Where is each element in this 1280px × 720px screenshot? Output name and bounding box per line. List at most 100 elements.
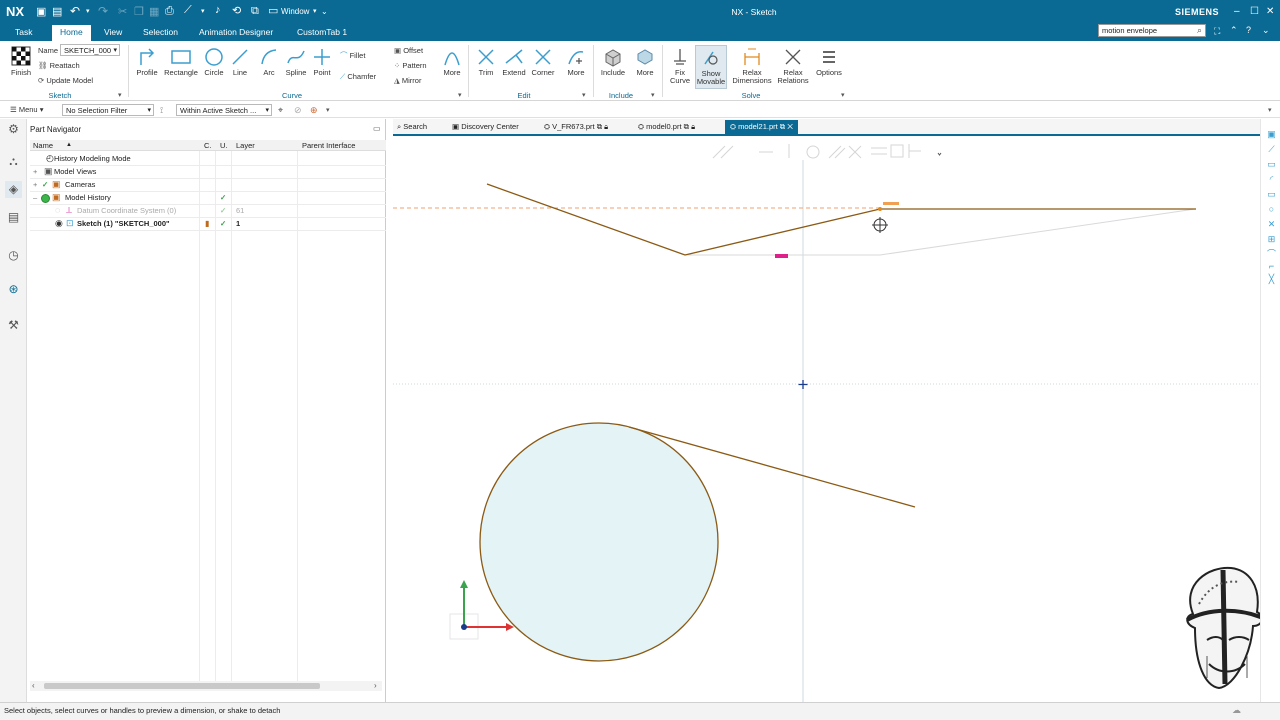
relax-relations-button[interactable]: Relax Relations	[776, 47, 810, 85]
arc-icon[interactable]: ◜	[1266, 174, 1277, 185]
reattach-button[interactable]: ⛓ Reattach	[38, 61, 80, 70]
expand-icon[interactable]: +	[33, 178, 37, 191]
extend-button[interactable]: Extend	[501, 47, 527, 77]
window-menu[interactable]: Window	[281, 7, 309, 16]
tab-view[interactable]: View	[104, 27, 122, 37]
menu-button[interactable]: ☰ Menu ▾	[10, 105, 43, 114]
chevron-down-icon[interactable]: ▾	[841, 91, 845, 99]
tree-row[interactable]: + ✓ ▣ Cameras	[30, 178, 386, 191]
tab-model0[interactable]: ⛭ model0.prt ⧉ 🔒︎	[638, 122, 695, 132]
web-browser-icon[interactable]: ⊛	[5, 281, 22, 298]
customize-quick-access-icon[interactable]: ⌄	[321, 7, 328, 16]
maximize-icon[interactable]: ☐	[1250, 6, 1259, 17]
line-button[interactable]: Line	[229, 47, 251, 77]
tree-row[interactable]: ◉ ⊡ Sketch (1) "SKETCH_000" ▮ ✓ 1	[30, 217, 386, 230]
gear-icon[interactable]: ⚙	[5, 121, 22, 138]
visibility-on-icon[interactable]: ◉	[55, 217, 63, 230]
selection-scope-select[interactable]: Within Active Sketch ... ▾	[176, 104, 272, 116]
pop-out-icon[interactable]: ⧉	[597, 122, 602, 131]
search-icon[interactable]: ⌕	[1197, 25, 1202, 36]
expand-icon[interactable]: +	[33, 165, 37, 178]
maximize-pane-icon[interactable]: ▭	[373, 124, 381, 133]
help-icon[interactable]: ?	[1246, 25, 1251, 35]
corner-button[interactable]: Corner	[530, 47, 556, 77]
trim-button[interactable]: Trim	[474, 47, 498, 77]
chevron-down-icon[interactable]: ▾	[1268, 106, 1272, 114]
include-button[interactable]: Include	[598, 47, 628, 77]
layout-icon[interactable]: ▣	[1266, 129, 1277, 140]
column-current[interactable]: C.	[204, 141, 212, 150]
chamfer-button[interactable]: ⟋ Chamfer	[340, 72, 376, 82]
tab-home[interactable]: Home	[52, 25, 91, 41]
tab-animation-designer[interactable]: Animation Designer	[199, 27, 273, 37]
spline-button[interactable]: Spline	[283, 47, 309, 77]
chevron-down-icon[interactable]: ▾	[118, 91, 122, 99]
history-icon[interactable]: ◷	[5, 247, 22, 264]
save-all-icon[interactable]: ▤	[52, 5, 62, 18]
touch-mode-icon[interactable]: ⟲	[232, 4, 241, 17]
selection-filter-select[interactable]: No Selection Filter ▾	[62, 104, 154, 116]
rectangle-icon[interactable]: ▭	[1266, 189, 1277, 200]
save-icon[interactable]: ▣	[36, 5, 46, 18]
profile-button[interactable]: Profile	[134, 47, 160, 77]
close-icon[interactable]: ✕	[1266, 6, 1274, 17]
tree-row[interactable]: ◴ History Modeling Mode	[30, 152, 386, 165]
constraint-icon[interactable]: ⊞	[1266, 234, 1277, 245]
pop-out-icon[interactable]: ⧉	[780, 122, 785, 131]
fix-curve-button[interactable]: Fix Curve	[667, 47, 693, 85]
offset-button[interactable]: ▣ Offset	[394, 46, 423, 55]
curve-more-button[interactable]: More	[440, 47, 464, 77]
tree-row[interactable]: – ▣ Model History ✓	[30, 191, 386, 204]
pattern-button[interactable]: ⁘ Pattern	[394, 61, 427, 70]
tab-v-fr673[interactable]: ⛭ V_FR673.prt ⧉ 🔒︎	[544, 122, 608, 132]
repeat-command-icon[interactable]: ⟋	[184, 4, 192, 17]
edit-more-button[interactable]: More	[564, 47, 588, 77]
close-icon[interactable]: ✕	[787, 122, 793, 131]
part-navigator-icon[interactable]: ◈	[5, 181, 22, 198]
chevron-down-icon[interactable]: ▾	[201, 7, 205, 15]
pop-out-icon[interactable]: ⧉	[684, 122, 689, 131]
update-model-button[interactable]: ⟳ Update Model	[38, 76, 93, 85]
chevron-down-icon[interactable]: ▾	[326, 106, 330, 114]
tab-search[interactable]: ⌕ Search	[397, 122, 427, 132]
minimize-icon[interactable]: –	[1234, 6, 1240, 17]
tree-row[interactable]: + ▣ Model Views	[30, 165, 386, 178]
roles-icon[interactable]: ⚒	[5, 317, 22, 334]
select-feature-icon[interactable]: ⌖	[278, 105, 283, 116]
fillet-button[interactable]: ⌒ Fillet	[340, 50, 365, 61]
cross-icon[interactable]: ╳	[1266, 274, 1277, 285]
sketch-name-select[interactable]: SKETCH_000 ▾	[60, 44, 120, 56]
relax-dimensions-button[interactable]: Relax Dimensions	[731, 45, 773, 85]
rectangle-button[interactable]: Rectangle	[163, 47, 199, 77]
scroll-left-icon[interactable]: ‹	[32, 681, 35, 690]
column-name[interactable]: Name	[33, 141, 53, 150]
circle-button[interactable]: Circle	[202, 47, 226, 77]
collapse-icon[interactable]: –	[33, 191, 37, 204]
visibility-off-icon[interactable]: ◌	[55, 204, 60, 217]
tab-discovery-center[interactable]: ▣ Discovery Center	[452, 122, 519, 131]
show-movable-button[interactable]: Show Movable	[695, 45, 727, 89]
tab-customtab-1[interactable]: CustomTab 1	[297, 27, 347, 37]
horizontal-scrollbar[interactable]: ‹ ›	[30, 681, 382, 691]
chevron-down-icon[interactable]: ▾	[582, 91, 586, 99]
fillet-icon[interactable]: ⌒	[1266, 249, 1277, 260]
sketch-line-icon[interactable]: ⟋	[1266, 144, 1277, 155]
options-button[interactable]: Options	[813, 47, 845, 77]
chevron-down-icon[interactable]: ▾	[86, 7, 90, 15]
column-parent-interface[interactable]: Parent Interface	[302, 141, 355, 150]
print-icon[interactable]: ⎙	[165, 5, 174, 18]
switch-window-icon[interactable]: ⧉	[251, 5, 259, 18]
tree-row[interactable]: ◌ ⟂ Datum Coordinate System (0) ✓ 61	[30, 204, 386, 217]
assembly-navigator-icon[interactable]: ⛬	[5, 153, 22, 170]
tab-model21[interactable]: ⛭ model21.prt ⧉ ✕	[725, 120, 798, 135]
reuse-library-icon[interactable]: ▤	[5, 209, 22, 226]
column-layer[interactable]: Layer	[236, 141, 255, 150]
circle-icon[interactable]: ○	[1266, 204, 1277, 215]
column-up-to-date[interactable]: U.	[220, 141, 228, 150]
microphone-icon[interactable]: ♪	[215, 4, 221, 16]
chevron-down-icon[interactable]: ▾	[313, 7, 317, 15]
help-menu-icon[interactable]: ⌄	[1262, 25, 1270, 36]
undo-icon[interactable]: ↶	[70, 4, 80, 18]
scroll-right-icon[interactable]: ›	[374, 681, 377, 690]
trim-icon[interactable]: ✕	[1266, 219, 1277, 230]
